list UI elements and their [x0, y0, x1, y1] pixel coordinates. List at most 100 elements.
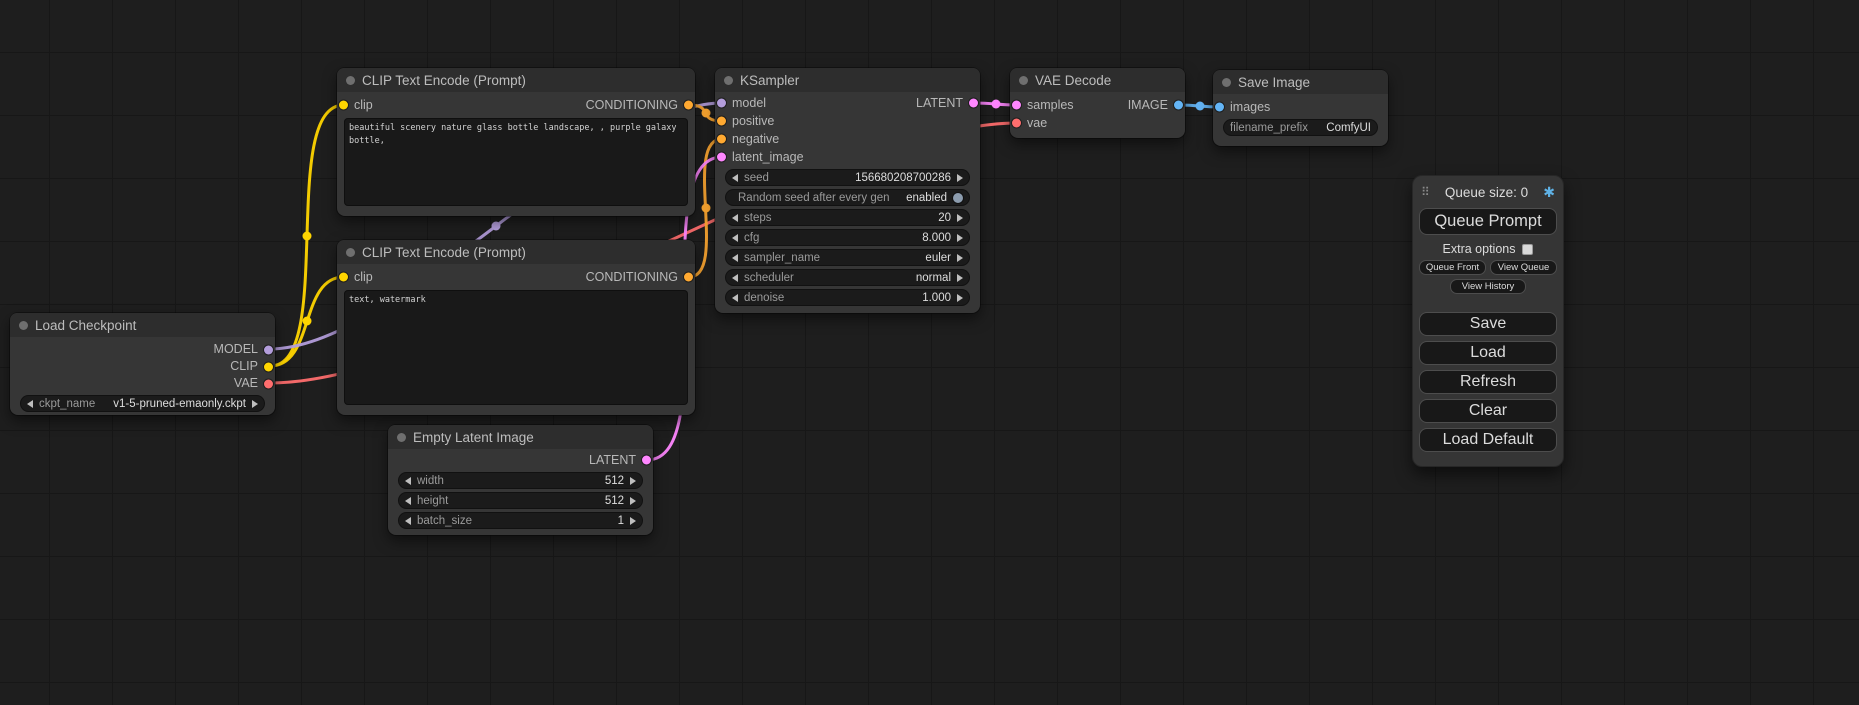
- widget-scheduler[interactable]: scheduler normal: [725, 269, 970, 286]
- collapse-dot-icon[interactable]: [346, 248, 355, 257]
- increment-arrow-icon[interactable]: [630, 477, 636, 485]
- collapse-dot-icon[interactable]: [724, 76, 733, 85]
- output-slot-vae[interactable]: VAE: [10, 375, 275, 392]
- node-titlebar[interactable]: Save Image: [1213, 70, 1388, 94]
- save-button[interactable]: Save: [1419, 312, 1557, 336]
- load-default-button[interactable]: Load Default: [1419, 428, 1557, 452]
- refresh-button[interactable]: Refresh: [1419, 370, 1557, 394]
- increment-arrow-icon[interactable]: [957, 174, 963, 182]
- queue-prompt-button[interactable]: Queue Prompt: [1419, 208, 1557, 235]
- vae-output-port[interactable]: [264, 379, 273, 388]
- widget-ckpt-name[interactable]: ckpt_name v1-5-pruned-emaonly.ckpt: [20, 395, 265, 412]
- input-slot-vae[interactable]: vae: [1010, 114, 1185, 132]
- node-titlebar[interactable]: CLIP Text Encode (Prompt): [337, 240, 695, 264]
- collapse-dot-icon[interactable]: [346, 76, 355, 85]
- output-slot-model[interactable]: MODEL: [10, 341, 275, 358]
- image-output-port[interactable]: [1174, 101, 1183, 110]
- extra-options-checkbox[interactable]: [1522, 244, 1533, 255]
- node-titlebar[interactable]: VAE Decode: [1010, 68, 1185, 92]
- widget-seed[interactable]: seed 156680208700286: [725, 169, 970, 186]
- decrement-arrow-icon[interactable]: [27, 400, 33, 408]
- node-clip-text-encode-positive[interactable]: CLIP Text Encode (Prompt) clip CONDITION…: [337, 68, 695, 216]
- widget-height[interactable]: height 512: [398, 492, 643, 509]
- node-graph-canvas[interactable]: Load Checkpoint MODEL CLIP VAE ckpt_name…: [0, 0, 1859, 705]
- node-vae-decode[interactable]: VAE Decode samples IMAGE vae: [1010, 68, 1185, 138]
- decrement-arrow-icon[interactable]: [732, 234, 738, 242]
- increment-arrow-icon[interactable]: [957, 234, 963, 242]
- clear-button[interactable]: Clear: [1419, 399, 1557, 423]
- decrement-arrow-icon[interactable]: [405, 517, 411, 525]
- conditioning-output-port[interactable]: [684, 273, 693, 282]
- vae-input-port[interactable]: [1012, 119, 1021, 128]
- increment-arrow-icon[interactable]: [957, 274, 963, 282]
- widget-denoise[interactable]: denoise 1.000: [725, 289, 970, 306]
- clip-output-port[interactable]: [264, 362, 273, 371]
- node-save-image[interactable]: Save Image images filename_prefix ComfyU…: [1213, 70, 1388, 146]
- positive-prompt-textarea[interactable]: beautiful scenery nature glass bottle la…: [344, 118, 688, 206]
- node-clip-text-encode-negative[interactable]: CLIP Text Encode (Prompt) clip CONDITION…: [337, 240, 695, 415]
- negative-prompt-textarea[interactable]: text, watermark: [344, 290, 688, 405]
- link-midpoint-dot: [702, 204, 711, 213]
- queue-size-label: Queue size: 0: [1432, 185, 1541, 200]
- latent-image-input-port[interactable]: [717, 153, 726, 162]
- node-titlebar[interactable]: Load Checkpoint: [10, 313, 275, 337]
- drag-handle-icon[interactable]: ⠿: [1419, 185, 1432, 199]
- input-slot-latent-image[interactable]: latent_image: [715, 148, 980, 166]
- widget-cfg[interactable]: cfg 8.000: [725, 229, 970, 246]
- node-titlebar[interactable]: KSampler: [715, 68, 980, 92]
- widget-batch-size[interactable]: batch_size 1: [398, 512, 643, 529]
- queue-front-button[interactable]: Queue Front: [1419, 260, 1486, 275]
- decrement-arrow-icon[interactable]: [732, 174, 738, 182]
- collapse-dot-icon[interactable]: [1222, 78, 1231, 87]
- increment-arrow-icon[interactable]: [252, 400, 258, 408]
- toggle-dot-icon[interactable]: [953, 193, 963, 203]
- decrement-arrow-icon[interactable]: [732, 214, 738, 222]
- increment-arrow-icon[interactable]: [957, 214, 963, 222]
- node-titlebar[interactable]: CLIP Text Encode (Prompt): [337, 68, 695, 92]
- widget-width[interactable]: width 512: [398, 472, 643, 489]
- clip-input-port[interactable]: [339, 101, 348, 110]
- view-queue-button[interactable]: View Queue: [1490, 260, 1557, 275]
- output-slot-latent[interactable]: LATENT: [388, 451, 653, 469]
- positive-input-port[interactable]: [717, 117, 726, 126]
- extra-options-label: Extra options: [1443, 242, 1516, 256]
- widget-random-seed-toggle[interactable]: Random seed after every gen enabled: [725, 189, 970, 206]
- increment-arrow-icon[interactable]: [957, 294, 963, 302]
- output-slot-clip[interactable]: CLIP: [10, 358, 275, 375]
- widget-sampler-name[interactable]: sampler_name euler: [725, 249, 970, 266]
- increment-arrow-icon[interactable]: [957, 254, 963, 262]
- decrement-arrow-icon[interactable]: [732, 274, 738, 282]
- node-title: CLIP Text Encode (Prompt): [362, 245, 526, 260]
- widget-steps[interactable]: steps 20: [725, 209, 970, 226]
- node-load-checkpoint[interactable]: Load Checkpoint MODEL CLIP VAE ckpt_name…: [10, 313, 275, 415]
- collapse-dot-icon[interactable]: [397, 433, 406, 442]
- slot-row: samples IMAGE: [1010, 96, 1185, 114]
- images-input-port[interactable]: [1215, 103, 1224, 112]
- increment-arrow-icon[interactable]: [630, 497, 636, 505]
- input-slot-images[interactable]: images: [1213, 98, 1388, 116]
- input-slot-positive[interactable]: positive: [715, 112, 980, 130]
- decrement-arrow-icon[interactable]: [732, 294, 738, 302]
- load-button[interactable]: Load: [1419, 341, 1557, 365]
- input-slot-negative[interactable]: negative: [715, 130, 980, 148]
- samples-input-port[interactable]: [1012, 101, 1021, 110]
- clip-input-port[interactable]: [339, 273, 348, 282]
- decrement-arrow-icon[interactable]: [732, 254, 738, 262]
- decrement-arrow-icon[interactable]: [405, 497, 411, 505]
- settings-gear-icon[interactable]: ✱: [1541, 184, 1557, 201]
- latent-output-port[interactable]: [642, 456, 651, 465]
- view-history-button[interactable]: View History: [1450, 279, 1526, 294]
- latent-output-port[interactable]: [969, 99, 978, 108]
- conditioning-output-port[interactable]: [684, 101, 693, 110]
- node-titlebar[interactable]: Empty Latent Image: [388, 425, 653, 449]
- increment-arrow-icon[interactable]: [630, 517, 636, 525]
- collapse-dot-icon[interactable]: [19, 321, 28, 330]
- model-output-port[interactable]: [264, 345, 273, 354]
- decrement-arrow-icon[interactable]: [405, 477, 411, 485]
- node-ksampler[interactable]: KSampler model LATENT positive negative …: [715, 68, 980, 313]
- node-empty-latent-image[interactable]: Empty Latent Image LATENT width 512 heig…: [388, 425, 653, 535]
- model-input-port[interactable]: [717, 99, 726, 108]
- widget-filename-prefix[interactable]: filename_prefix ComfyUI: [1223, 119, 1378, 136]
- collapse-dot-icon[interactable]: [1019, 76, 1028, 85]
- negative-input-port[interactable]: [717, 135, 726, 144]
